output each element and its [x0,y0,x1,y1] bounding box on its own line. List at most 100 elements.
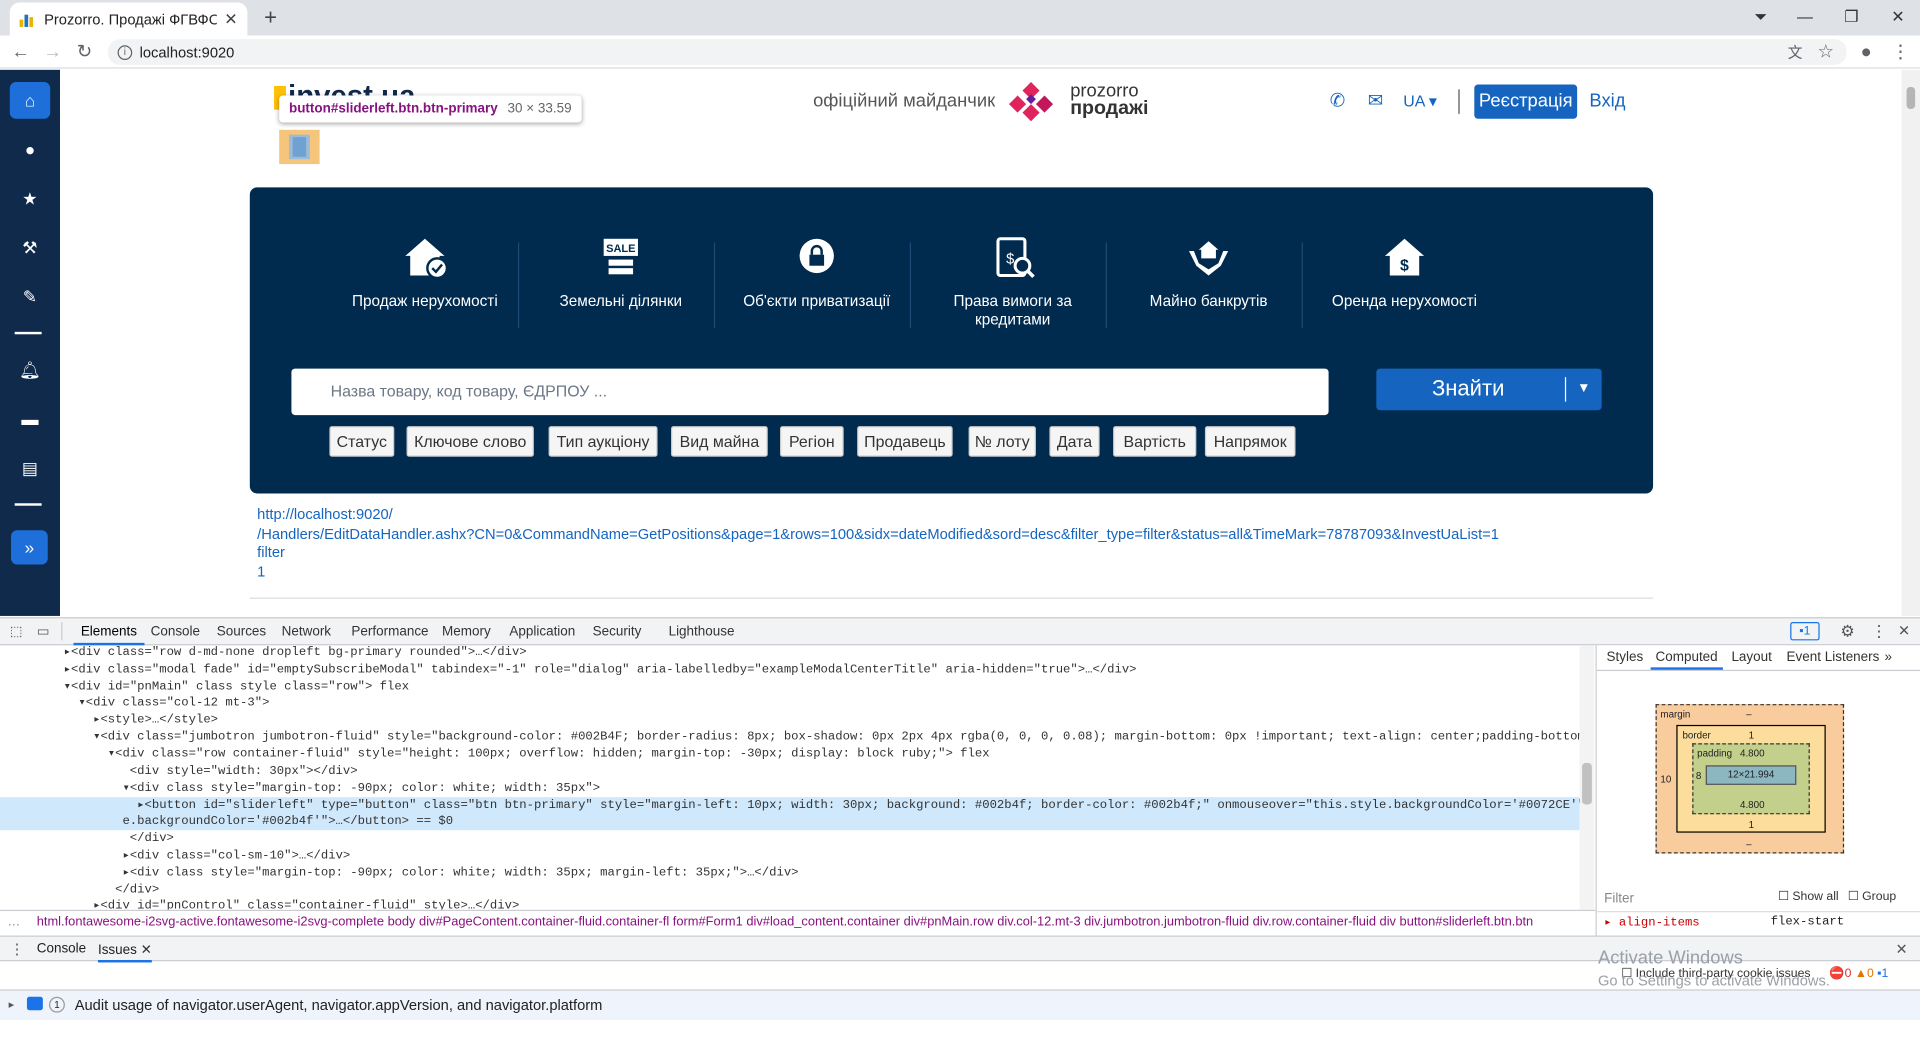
new-tab-icon[interactable]: + [257,4,284,31]
drawer-tab-issues[interactable]: Issues ✕ [97,942,152,963]
dom-line[interactable]: </div> [0,883,1580,900]
tab-sources[interactable]: Sources [217,624,266,639]
group-checkbox[interactable]: ☐ Group [1848,890,1896,903]
category-real-estate-rent[interactable]: $ Оренда нерухомості [1313,236,1497,311]
tab-styles[interactable]: Styles [1607,650,1644,665]
filter-region[interactable]: Регіон [780,426,844,457]
login-link[interactable]: Вхід [1589,91,1625,112]
newspaper-icon[interactable]: ▤ [0,449,60,486]
back-icon[interactable]: ← [9,40,33,64]
tab-event-listeners[interactable]: Event Listeners [1787,650,1880,665]
filter-status[interactable]: Статус [329,426,395,457]
restore-icon[interactable]: ❐ [1829,0,1873,36]
close-window-icon[interactable]: ✕ [1876,0,1920,36]
filter-seller[interactable]: Продавець [857,426,953,457]
phone-icon[interactable]: ✆ [1330,89,1345,112]
hammer-icon[interactable]: ⚒ [0,229,60,266]
home-icon[interactable]: ⌂ [9,82,51,119]
device-toggle-icon[interactable]: ▭ [37,623,50,639]
filter-keyword[interactable]: Ключове слово [406,426,534,457]
tab-memory[interactable]: Memory [442,624,491,639]
profile-icon[interactable]: ● [1854,40,1878,64]
dom-line[interactable]: ▸<div class="modal fade" id="emptySubscr… [0,662,1580,679]
dom-breadcrumb[interactable]: … html.fontawesome-i2svg-active.fontawes… [0,909,1596,935]
more-options-icon[interactable]: ⋮ [1871,622,1887,642]
dom-line[interactable]: ▸<div class style="margin-top: -90px; co… [0,866,1580,883]
dom-line[interactable]: ▸<div id="pnControl" class="container-fl… [0,899,1580,910]
minimize-icon[interactable]: — [1783,0,1827,36]
dom-line[interactable]: ▸<style>…</style> [0,713,1580,730]
computed-filter-input[interactable]: Filter [1604,891,1634,906]
dom-line[interactable]: ▸<div class="row d-md-none dropleft bg-p… [0,645,1580,662]
site-info-icon[interactable]: i [117,44,133,60]
more-tabs-icon[interactable]: » [1885,650,1893,665]
drawer-menu-icon[interactable]: ⋮ [10,940,25,957]
mail-icon[interactable]: ✉ [1368,89,1383,112]
find-button[interactable]: Знайти ▼ [1376,368,1602,411]
user-icon[interactable]: ● [0,131,60,168]
show-all-checkbox[interactable]: ☐ Show all [1778,890,1839,903]
tab-lighthouse[interactable]: Lighthouse [669,624,735,639]
close-drawer-icon[interactable]: ✕ [1896,940,1908,957]
translate-icon[interactable]: 文 [1783,40,1807,64]
tab-computed[interactable]: Computed [1650,650,1723,670]
tab-security[interactable]: Security [593,624,642,639]
filter-direction[interactable]: Напрямок [1204,426,1296,457]
filter-auction-type[interactable]: Тип аукціону [548,426,658,457]
issue-row[interactable]: ▸ 1 Audit usage of navigator.userAgent, … [0,989,1920,1021]
dom-line[interactable]: ▸<button id="sliderleft" type="button" c… [0,798,1579,815]
dom-line[interactable]: <div style="width: 30px"></div> [0,764,1580,781]
tab-application[interactable]: Application [509,624,575,639]
money-icon[interactable]: ▬ [0,400,60,437]
tab-search-icon[interactable]: ⏷ [1739,0,1783,36]
breadcrumb-path[interactable]: html.fontawesome-i2svg-active.fontawesom… [37,915,1533,930]
category-bankrupt-property[interactable]: Майно банкрутів [1117,236,1301,311]
search-input[interactable]: Назва товару, код товару, ЄДРПОУ ... [291,368,1329,416]
tab-elements[interactable]: Elements [73,624,145,646]
tab-performance[interactable]: Performance [351,624,428,639]
chevron-double-right-icon[interactable]: » [11,530,48,565]
elements-scrollbar-thumb[interactable] [1582,762,1592,805]
dom-line[interactable]: </div> [0,831,1580,848]
issues-badge[interactable]: ▪1 [1790,622,1820,641]
computed-property-name[interactable]: ▸ align-items [1604,916,1700,930]
url-field[interactable]: i localhost:9020 [107,39,1847,65]
bookmark-star-icon[interactable]: ☆ [1813,40,1837,64]
filter-price[interactable]: Вартість [1113,426,1197,457]
expand-issue-icon[interactable]: ▸ [9,998,15,1011]
menu-dots-icon[interactable]: ⋮ [1888,40,1912,64]
language-selector[interactable]: UA ▾ [1403,92,1437,112]
page-scrollbar-thumb[interactable] [1906,86,1916,109]
dom-line[interactable]: ▾<div class="row container-fluid" style=… [0,747,1580,764]
dom-line[interactable]: ▸<div class="col-sm-10">…</div> [0,849,1580,866]
browser-tab[interactable]: Prozorro. Продажі ФГВФО. Про: ✕ [9,2,248,36]
filter-date[interactable]: Дата [1049,426,1100,457]
bell-icon[interactable]: 🔔︎ [0,351,60,388]
dom-line[interactable]: ▾<div class="jumbotron jumbotron-fluid" … [0,730,1580,747]
find-dropdown-chevron-icon[interactable]: ▼ [1577,369,1590,409]
tab-network[interactable]: Network [282,624,331,639]
tab-console[interactable]: Console [151,624,200,639]
category-land[interactable]: SALE Земельні ділянки [529,236,713,311]
tab-layout[interactable]: Layout [1731,650,1771,665]
reload-icon[interactable]: ↻ [72,40,96,64]
pencil-icon[interactable]: ✎ [0,278,60,315]
forward-icon[interactable]: → [40,40,64,64]
category-privatization[interactable]: Об'єкти приватизації [725,236,909,311]
elements-scrollbar[interactable] [1579,645,1595,910]
drawer-tab-console[interactable]: Console [37,942,86,957]
close-tab-icon[interactable]: ✕ [224,9,237,29]
category-real-estate-sale[interactable]: Продаж нерухомості [333,236,517,311]
filter-lot-number[interactable]: № лоту [968,426,1036,457]
inspect-element-icon[interactable]: ⬚ [10,623,23,639]
page-scrollbar[interactable] [1901,69,1920,616]
dom-line[interactable]: ▾<div class="col-12 mt-3"> [0,696,1580,713]
settings-gear-icon[interactable]: ⚙ [1840,622,1854,642]
star-icon[interactable]: ★ [0,180,60,217]
category-credit-claims[interactable]: $ Права вимоги за кредитами [921,236,1105,329]
dom-line[interactable]: ▾<div id="pnMain" class style class="row… [0,680,1580,697]
register-button[interactable]: Реєстрація [1474,84,1578,119]
dom-line[interactable]: e.backgroundColor='#002b4f'">…</button> … [0,814,1580,831]
filter-property-kind[interactable]: Вид майна [671,426,768,457]
close-devtools-icon[interactable]: ✕ [1898,622,1910,639]
